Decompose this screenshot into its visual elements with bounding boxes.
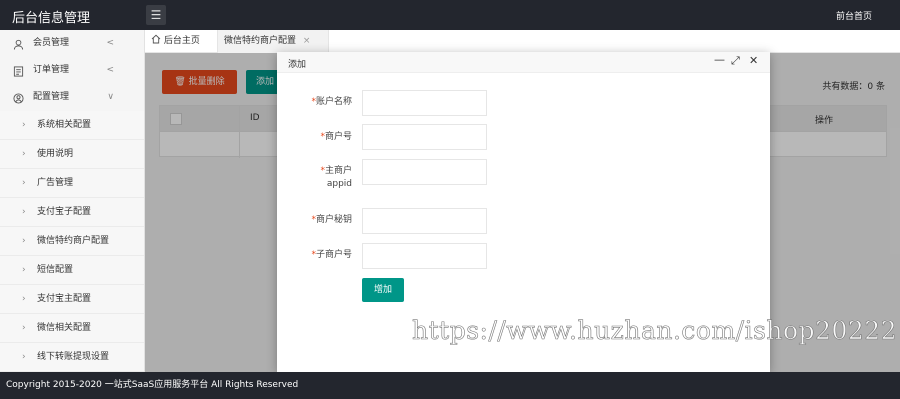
tab-bar: 后台主页 微信特约商户配置 × [145,30,900,53]
chevron-right-icon: › [22,178,26,188]
sidebar-subitem-system-config[interactable]: › 系统相关配置 [0,111,144,140]
merchant-key-input[interactable] [362,208,487,234]
home-icon [151,34,164,46]
footer: Copyright 2015-2020 一站式SaaS应用服务平台 All Ri… [0,372,900,399]
minimize-icon[interactable]: — [714,53,725,66]
list-icon: ☰ [150,8,162,22]
order-icon [11,57,25,84]
sidebar-subitem-label: 微信特约商户配置 [37,236,110,246]
sidebar-item-label: 订单管理 [33,65,70,75]
sidebar-subitem-offline-transfer[interactable]: › 线下转账提现设置 [0,343,144,372]
sidebar-item-members[interactable]: 会员管理 < [0,30,144,57]
field-label-text: 子商户号 [315,250,352,260]
sidebar-subitem-label: 系统相关配置 [37,120,92,130]
main-appid-input[interactable] [362,159,487,185]
chevron-left-icon: < [106,38,114,48]
chevron-right-icon: › [22,207,26,217]
field-label-text: 账户名称 [315,97,352,107]
sidebar-subitem-alipay-sub[interactable]: › 支付宝子配置 [0,198,144,227]
top-header: 后台信息管理 ☰ 前台首页 [0,0,900,30]
close-icon[interactable]: ✕ [749,54,758,67]
field-label-text: 商户秘钥 [315,215,352,225]
field-label-text: 商户号 [324,132,352,142]
sidebar-subitem-wechat-merchant[interactable]: › 微信特约商户配置 [0,227,144,256]
tab-wechat-merchant[interactable]: 微信特约商户配置 × [217,30,329,53]
close-icon[interactable]: × [303,36,311,46]
dialog-title: 添加 [288,60,307,70]
settings-icon [11,84,25,111]
maximize-icon[interactable]: ⤢ [731,54,740,68]
merchant-id-input[interactable] [362,124,487,150]
sidebar-subitem-label: 支付宝子配置 [37,207,92,217]
dialog-header: 添加 — ⤢ ✕ [277,52,770,73]
sub-merchant-id-input[interactable] [362,243,487,269]
sidebar-subitem-ads[interactable]: › 广告管理 [0,169,144,198]
field-label-text: appid [326,179,352,189]
front-page-link[interactable]: 前台首页 [836,9,872,22]
watermark-text: https://www.huzhan.com/ishop20222 [412,316,898,346]
field-label-text: 主商户 [324,166,352,176]
tab-home[interactable]: 后台主页 [145,30,217,53]
chevron-right-icon: › [22,236,26,246]
sidebar-subitem-label: 支付宝主配置 [37,294,92,304]
sidebar-subitem-label: 使用说明 [37,149,74,159]
tab-label: 后台主页 [163,36,200,46]
chevron-right-icon: › [22,120,26,130]
chevron-down-icon: ∨ [107,92,114,102]
sidebar-item-orders[interactable]: 订单管理 < [0,57,144,84]
chevron-right-icon: › [22,294,26,304]
account-name-input[interactable] [362,90,487,116]
sidebar: 会员管理 < 订单管理 < 配置管理 ∨ › 系统相关配置 › 使用说明 › 广告管理… [0,30,145,372]
chevron-right-icon: › [22,352,26,362]
sidebar-subitem-label: 微信相关配置 [37,323,92,333]
sidebar-subitem-alipay-main[interactable]: › 支付宝主配置 [0,285,144,314]
user-icon [11,30,25,57]
chevron-right-icon: › [22,149,26,159]
chevron-right-icon: › [22,323,26,333]
sidebar-subitem-label: 短信配置 [37,265,74,275]
sidebar-subitem-wechat-config[interactable]: › 微信相关配置 [0,314,144,343]
menu-toggle-button[interactable]: ☰ [146,5,166,25]
sidebar-subitem-label: 广告管理 [37,178,74,188]
chevron-left-icon: < [106,65,114,75]
chevron-right-icon: › [22,265,26,275]
field-label: *主商户 appid [320,165,352,191]
field-label: *商户秘钥 [311,214,352,227]
sidebar-item-label: 配置管理 [33,92,70,102]
tab-label: 微信特约商户配置 [224,36,297,46]
brand-title: 后台信息管理 [12,11,91,26]
submit-button[interactable]: 增加 [362,278,404,302]
sidebar-item-label: 会员管理 [33,38,70,48]
field-label: *商户号 [320,131,352,144]
field-label: *子商户号 [311,249,352,262]
sidebar-subitem-sms[interactable]: › 短信配置 [0,256,144,285]
sidebar-subitem-usage-guide[interactable]: › 使用说明 [0,140,144,169]
sidebar-subitem-label: 线下转账提现设置 [37,352,110,362]
field-label: *账户名称 [311,96,352,109]
sidebar-item-config[interactable]: 配置管理 ∨ [0,84,144,111]
